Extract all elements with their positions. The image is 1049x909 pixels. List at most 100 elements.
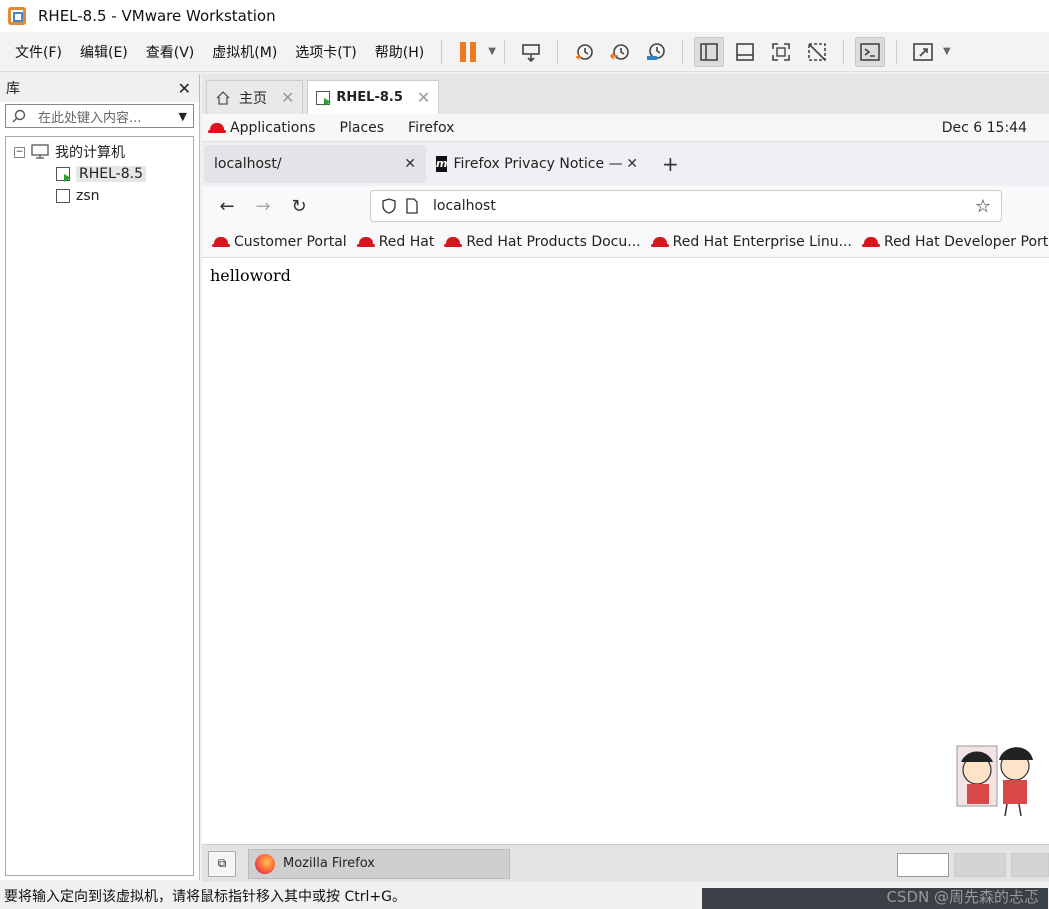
snapshot-icon bbox=[575, 43, 593, 60]
show-desktop-button[interactable]: ⧉ bbox=[208, 850, 236, 877]
tab-home-label: 主页 bbox=[239, 90, 267, 107]
mozilla-icon: m bbox=[436, 156, 448, 172]
console-icon bbox=[860, 42, 880, 61]
gnome-clock[interactable]: Dec 6 15:44 bbox=[942, 120, 1027, 136]
send-ctrl-alt-del-icon bbox=[522, 43, 540, 62]
status-message: 要将输入定向到该虚拟机，请将鼠标指针移入其中或按 Ctrl+G。 bbox=[4, 888, 406, 905]
home-icon bbox=[216, 90, 230, 105]
gnome-top-bar: Applications Places Firefox Dec 6 15:44 bbox=[202, 114, 1049, 142]
bookmark-star-icon[interactable]: ☆ bbox=[975, 196, 991, 217]
bookmark-item[interactable]: Red Hat bbox=[356, 233, 435, 250]
menubar: 文件(F) 编辑(E) 查看(V) 虚拟机(M) 选项卡(T) 帮助(H) ▼ … bbox=[0, 32, 1049, 72]
workspace-3[interactable] bbox=[1011, 853, 1049, 877]
firefox-tab-label: Firefox Privacy Notice — M bbox=[453, 156, 627, 172]
close-icon[interactable]: ✕ bbox=[178, 79, 191, 98]
snapshot-button[interactable] bbox=[569, 37, 599, 67]
snapshot-manager-icon bbox=[646, 42, 665, 60]
menu-vm[interactable]: 虚拟机(M) bbox=[203, 42, 286, 62]
reload-button[interactable]: ↻ bbox=[286, 193, 312, 219]
tree-label-zsn: zsn bbox=[76, 188, 100, 204]
gnome-firefox-menu[interactable]: Firefox bbox=[408, 120, 454, 136]
tab-rhel[interactable]: RHEL-8.5 ✕ bbox=[307, 80, 440, 114]
tree-node-my-computer[interactable]: − 我的计算机 bbox=[6, 141, 193, 163]
bookmark-label: Red Hat Developer Portal bbox=[883, 233, 1049, 250]
library-panel: 库 ✕ 在此处键入内容... ▼ − 我的计算机 RHEL-8.5 zsn bbox=[0, 74, 200, 880]
redhat-icon bbox=[356, 237, 375, 247]
library-view-icon bbox=[700, 42, 718, 61]
window-titlebar: RHEL-8.5 - VMware Workstation bbox=[0, 0, 1049, 32]
menu-help[interactable]: 帮助(H) bbox=[366, 42, 433, 62]
collapse-icon[interactable]: − bbox=[14, 146, 25, 158]
bookmark-item[interactable]: Red Hat Enterprise Linu... bbox=[650, 234, 852, 250]
stretch-button[interactable] bbox=[908, 37, 938, 67]
close-icon[interactable]: ✕ bbox=[626, 156, 638, 172]
tab-home[interactable]: 主页 ✕ bbox=[206, 80, 304, 114]
library-view-button[interactable] bbox=[693, 36, 724, 67]
reload-icon: ↻ bbox=[291, 195, 307, 217]
stretch-dropdown-icon[interactable]: ▼ bbox=[943, 46, 951, 57]
pause-dropdown-icon[interactable]: ▼ bbox=[488, 46, 496, 57]
library-title: 库 bbox=[6, 81, 20, 97]
snapshot-manager-button[interactable] bbox=[641, 37, 671, 67]
mascot-sticker-icon bbox=[956, 745, 1033, 817]
gnome-places-menu[interactable]: Places bbox=[340, 120, 385, 136]
bookmark-item[interactable]: Red Hat Developer Portal bbox=[861, 233, 1049, 250]
new-tab-button[interactable]: + bbox=[662, 152, 679, 176]
menu-tabs[interactable]: 选项卡(T) bbox=[286, 42, 365, 62]
toolbar-separator bbox=[895, 39, 897, 64]
toolbar-separator bbox=[681, 39, 683, 64]
library-search-input[interactable]: 在此处键入内容... ▼ bbox=[5, 104, 194, 128]
computer-icon bbox=[31, 144, 49, 159]
library-search-placeholder: 在此处键入内容... bbox=[38, 110, 142, 126]
back-button[interactable]: ← bbox=[214, 193, 240, 219]
revert-snapshot-icon bbox=[609, 43, 629, 60]
thumbnail-view-button[interactable] bbox=[730, 37, 760, 67]
workspace-2[interactable] bbox=[954, 853, 1006, 877]
taskbar-item-firefox[interactable]: Mozilla Firefox bbox=[248, 848, 510, 879]
redhat-icon bbox=[208, 123, 226, 133]
toolbar-separator bbox=[441, 39, 443, 64]
revert-snapshot-button[interactable] bbox=[605, 37, 635, 67]
search-icon bbox=[12, 109, 26, 123]
toolbar-separator bbox=[842, 39, 844, 64]
stretch-icon bbox=[913, 42, 933, 61]
gnome-applications-menu[interactable]: Applications bbox=[208, 120, 316, 136]
firefox-tab-localhost[interactable]: localhost/ ✕ bbox=[204, 145, 426, 183]
bookmark-item[interactable]: Customer Portal bbox=[212, 233, 347, 250]
close-icon[interactable]: ✕ bbox=[417, 88, 430, 107]
show-desktop-icon: ⧉ bbox=[217, 856, 227, 870]
menu-view[interactable]: 查看(V) bbox=[137, 42, 204, 62]
close-icon[interactable]: ✕ bbox=[404, 156, 416, 172]
toolbar-separator bbox=[503, 39, 505, 64]
tree-label-rhel: RHEL-8.5 bbox=[76, 166, 146, 182]
firefox-tab-privacy[interactable]: m Firefox Privacy Notice — M ✕ bbox=[426, 145, 648, 183]
url-bar[interactable]: localhost ☆ bbox=[370, 190, 1002, 222]
redhat-icon bbox=[650, 237, 669, 247]
unity-button[interactable] bbox=[802, 37, 832, 67]
menu-file[interactable]: 文件(F) bbox=[6, 42, 71, 62]
bookmark-label: Red Hat Products Docu... bbox=[466, 233, 641, 250]
bookmark-label: Red Hat bbox=[378, 233, 435, 250]
forward-arrow-icon: → bbox=[255, 195, 271, 217]
workspace-1[interactable] bbox=[897, 853, 949, 877]
chevron-down-icon[interactable]: ▼ bbox=[179, 110, 187, 123]
shield-icon bbox=[382, 198, 396, 214]
page-content: helloword bbox=[202, 258, 1049, 844]
console-button[interactable] bbox=[854, 36, 885, 67]
bookmark-label: Customer Portal bbox=[234, 233, 347, 250]
url-input[interactable]: localhost bbox=[433, 198, 975, 214]
pause-button[interactable] bbox=[453, 37, 483, 67]
tree-node-zsn[interactable]: zsn bbox=[6, 185, 193, 207]
tree-node-rhel[interactable]: RHEL-8.5 bbox=[6, 163, 193, 185]
close-icon[interactable]: ✕ bbox=[281, 88, 294, 107]
menu-edit[interactable]: 编辑(E) bbox=[71, 42, 137, 62]
pause-icon bbox=[460, 41, 477, 62]
page-icon bbox=[406, 198, 418, 214]
bookmark-item[interactable]: Red Hat Products Docu... bbox=[444, 233, 641, 250]
forward-button[interactable]: → bbox=[250, 193, 276, 219]
fullscreen-icon bbox=[772, 42, 790, 61]
send-ctrl-alt-del-button[interactable] bbox=[516, 37, 546, 67]
vm-running-icon bbox=[316, 90, 332, 106]
thumbnail-view-icon bbox=[736, 42, 754, 61]
fullscreen-button[interactable] bbox=[766, 37, 796, 67]
